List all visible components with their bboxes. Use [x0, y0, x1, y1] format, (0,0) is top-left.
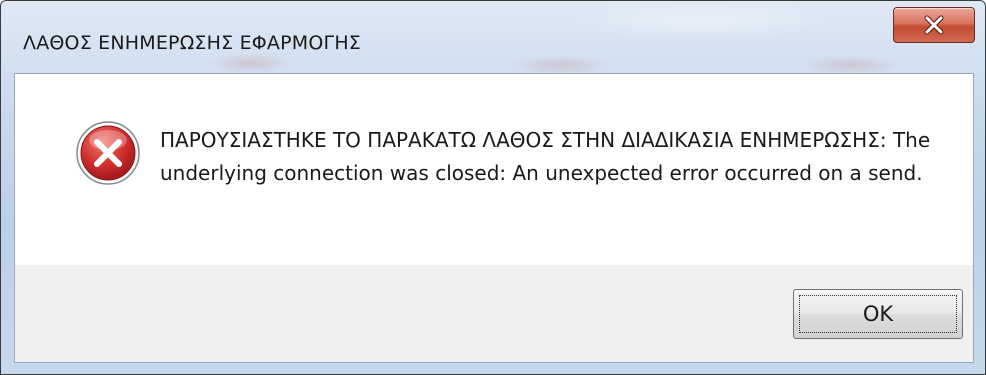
error-dialog: ΛΑΘΟΣ ΕΝΗΜΕΡΩΣΗΣ ΕΦΑΡΜΟΓΗΣ ΠΑΡΟΥΣΙΑΣΤΗΚΕ… — [0, 0, 986, 375]
error-message: ΠΑΡΟΥΣΙΑΣΤΗΚΕ ΤΟ ΠΑΡΑΚΑΤΩ ΛΑΘΟΣ ΣΤΗΝ ΔΙΑ… — [160, 128, 931, 185]
title-bar[interactable]: ΛΑΘΟΣ ΕΝΗΜΕΡΩΣΗΣ ΕΦΑΡΜΟΓΗΣ — [1, 1, 985, 71]
ok-button-label: OK — [799, 295, 957, 333]
message-area: ΠΑΡΟΥΣΙΑΣΤΗΚΕ ΤΟ ΠΑΡΑΚΑΤΩ ΛΑΘΟΣ ΣΤΗΝ ΔΙΑ… — [15, 74, 973, 265]
window-title: ΛΑΘΟΣ ΕΝΗΜΕΡΩΣΗΣ ΕΦΑΡΜΟΓΗΣ — [23, 32, 362, 54]
close-icon — [924, 15, 944, 35]
dialog-body: ΠΑΡΟΥΣΙΑΣΤΗΚΕ ΤΟ ΠΑΡΑΚΑΤΩ ΛΑΘΟΣ ΣΤΗΝ ΔΙΑ… — [14, 73, 974, 363]
error-icon — [76, 121, 140, 185]
ok-button[interactable]: OK — [793, 289, 963, 339]
close-button[interactable] — [893, 7, 975, 43]
